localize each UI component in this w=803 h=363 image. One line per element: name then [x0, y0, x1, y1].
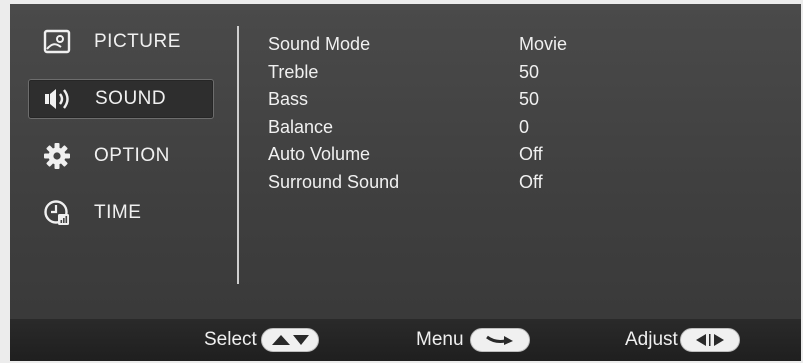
clock-icon [42, 198, 72, 228]
menu-hint: Menu [416, 319, 530, 361]
setting-row-surround-sound[interactable]: Surround Sound Off [268, 169, 788, 197]
sidebar-item-label: SOUND [95, 88, 167, 109]
setting-row-balance[interactable]: Balance 0 [268, 114, 788, 142]
sidebar-item-label: PICTURE [94, 31, 181, 52]
tv-osd-menu: PICTURE SOUND OPTION TIME Sound Mode Mov… [10, 4, 801, 361]
adjust-hint-label: Adjust [625, 329, 678, 350]
sidebar-item-option[interactable]: OPTION [28, 136, 214, 176]
setting-row-sound-mode[interactable]: Sound Mode Movie [268, 31, 788, 59]
sidebar-item-picture[interactable]: PICTURE [28, 22, 214, 62]
adjust-hint: Adjust [625, 319, 740, 361]
setting-label: Sound Mode [268, 34, 371, 55]
select-hint-label: Select [204, 329, 257, 350]
sound-settings-list: Sound Mode Movie Treble 50 Bass 50 Balan… [268, 31, 788, 196]
setting-label: Auto Volume [268, 144, 371, 165]
return-arrow-icon [469, 328, 530, 352]
sidebar-item-sound[interactable]: SOUND [28, 79, 214, 119]
setting-value: Off [519, 171, 543, 192]
gear-icon [42, 141, 72, 171]
setting-value: 50 [519, 61, 540, 82]
setting-row-treble[interactable]: Treble 50 [268, 59, 788, 87]
setting-row-bass[interactable]: Bass 50 [268, 86, 788, 114]
sidebar-item-label: TIME [94, 202, 142, 223]
setting-label: Balance [268, 116, 334, 137]
select-hint: Select [204, 319, 319, 361]
setting-label: Surround Sound [268, 171, 400, 192]
setting-value: Off [519, 144, 543, 165]
speaker-icon [43, 84, 73, 114]
setting-value: 0 [519, 116, 530, 137]
category-sidebar: PICTURE SOUND OPTION TIME [28, 22, 214, 250]
sidebar-item-label: OPTION [94, 145, 170, 166]
sidebar-divider [237, 26, 239, 284]
menu-hint-label: Menu [416, 329, 464, 350]
setting-value: 50 [519, 89, 540, 110]
setting-label: Bass [268, 89, 309, 110]
key-hint-bar: Select Menu Adjust [10, 319, 801, 361]
sidebar-item-time[interactable]: TIME [28, 193, 214, 233]
setting-label: Treble [268, 61, 319, 82]
setting-value: Movie [519, 34, 568, 55]
left-right-arrows-icon [679, 328, 740, 352]
up-down-arrows-icon [260, 328, 319, 352]
picture-icon [42, 27, 72, 57]
setting-row-auto-volume[interactable]: Auto Volume Off [268, 141, 788, 169]
